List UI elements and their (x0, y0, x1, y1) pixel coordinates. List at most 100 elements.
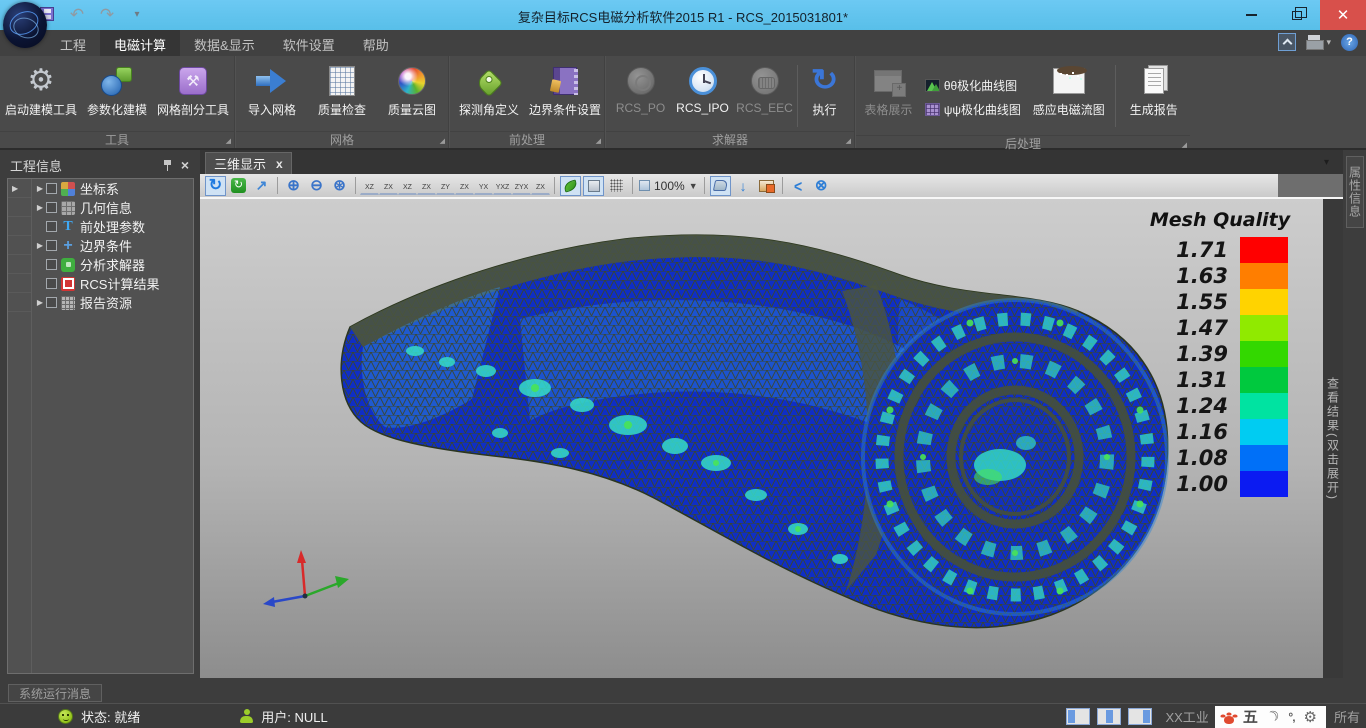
axis-view-button-zx[interactable]: ZX (531, 177, 550, 195)
tree-gutter-cell[interactable]: ▶ (8, 179, 31, 198)
share-button[interactable]: < (788, 176, 809, 196)
quality-cloud-button[interactable]: 质量云图 (377, 59, 447, 118)
help-button[interactable]: ? (1341, 34, 1358, 51)
spin-button[interactable]: ↻ (228, 176, 249, 196)
tree-item-checkbox[interactable] (46, 183, 57, 194)
rotate-button[interactable]: ↻ (205, 176, 226, 196)
tree-item-坐标系[interactable]: ▶坐标系 (32, 179, 193, 198)
drop-view-button[interactable]: ↓ (733, 176, 754, 196)
ime-paw-icon[interactable] (1224, 716, 1234, 724)
viewport-canvas[interactable]: Mesh Quality 1.711.631.551.471.391.311.2… (200, 199, 1323, 678)
gen-report-button[interactable]: 生成报告 (1118, 59, 1190, 118)
ime-wubi-button[interactable]: 五 (1243, 706, 1258, 727)
axis-view-button-zx[interactable]: ZX (379, 177, 398, 195)
chevron-down-icon[interactable]: ▾ (1324, 157, 1329, 168)
zoom-level-select[interactable]: 100% ▼ (639, 179, 698, 193)
sphere-square-icon (101, 65, 133, 97)
mesh-tool-button[interactable]: ⚒ 网格剖分工具 (155, 59, 231, 118)
close-button[interactable]: ✕ (1320, 0, 1366, 30)
axis-view-button-xz[interactable]: XZ (398, 177, 417, 195)
menu-tab-软件设置[interactable]: 软件设置 (269, 30, 349, 56)
pan-button[interactable]: ↗ (251, 176, 272, 196)
layout-center-button[interactable] (1097, 708, 1121, 725)
select-face-button[interactable] (710, 176, 731, 196)
expand-arrow-icon[interactable]: ▶ (34, 298, 46, 307)
restore-button[interactable] (1274, 0, 1320, 30)
menu-tab-工程[interactable]: 工程 (46, 30, 100, 56)
ime-moon-icon[interactable]: ☽ (1263, 706, 1282, 727)
tree-item-checkbox[interactable] (46, 202, 57, 213)
panel-header: 工程信息 × (6, 154, 194, 176)
execute-button[interactable]: ↻ 执行 (800, 59, 850, 118)
ribbon-collapse-button[interactable] (1278, 33, 1296, 51)
boundary-icon: + (61, 239, 75, 253)
expand-arrow-icon[interactable]: ▶ (34, 203, 46, 212)
app-logo[interactable] (3, 2, 47, 48)
tab-property-info[interactable]: 属性信息 (1346, 156, 1364, 228)
ime-punctuation-button[interactable]: °‚ (1288, 710, 1294, 724)
tab-system-messages[interactable]: 系统运行消息 (8, 684, 102, 702)
tab-close-icon[interactable]: x (276, 157, 283, 171)
parametric-modeling-button[interactable]: 参数化建模 (79, 59, 155, 118)
theta-curve-button[interactable]: θθ极化曲线图 (925, 77, 1021, 94)
minimize-button[interactable] (1228, 0, 1274, 30)
menu-tab-电磁计算[interactable]: 电磁计算 (100, 30, 180, 56)
axis-view-button-xz[interactable]: XZ (360, 177, 379, 195)
quality-check-button[interactable]: 质量检查 (307, 59, 377, 118)
tree-item-checkbox[interactable] (46, 221, 57, 232)
ime-settings-icon[interactable]: ⚙ (1304, 708, 1317, 726)
tree-item-checkbox[interactable] (46, 240, 57, 251)
axis-view-button-zyx[interactable]: ZYX (512, 177, 531, 195)
print-button[interactable]: ▾ (1306, 35, 1331, 49)
pin-button[interactable] (158, 157, 176, 173)
probe-angle-button[interactable]: 探测角定义 (451, 59, 527, 118)
import-mesh-button[interactable]: 导入网格 (237, 59, 307, 118)
layout-right-button[interactable] (1128, 708, 1152, 725)
dialog-launcher-icon[interactable]: ◢ (596, 138, 601, 145)
render-leaf-button[interactable] (560, 176, 581, 196)
dialog-launcher-icon[interactable]: ◢ (1182, 142, 1187, 149)
tree-item-分析求解器[interactable]: 分析求解器 (32, 255, 193, 274)
wireframe-button[interactable] (606, 176, 627, 196)
tree-item-checkbox[interactable] (46, 259, 57, 270)
tree-item-报告资源[interactable]: ▶报告资源 (32, 293, 193, 312)
zoom-fit-button[interactable]: ⊛ (329, 176, 350, 196)
gear-icon: ⚙ (28, 66, 55, 96)
tree-item-前处理参数[interactable]: T前处理参数 (32, 217, 193, 236)
axis-view-button-yx[interactable]: YX (474, 177, 493, 195)
close-view-button[interactable]: ⊗ (811, 176, 832, 196)
window-title: 复杂目标RCS电磁分析软件2015 R1 - RCS_2015031801* (0, 7, 1366, 26)
dialog-launcher-icon[interactable]: ◢ (846, 138, 851, 145)
tree-item-RCS计算结果[interactable]: RCS计算结果 (32, 274, 193, 293)
zoom-in-button[interactable]: ⊕ (283, 176, 304, 196)
boundary-setting-button[interactable]: 边界条件设置 (527, 59, 603, 118)
menu-tab-帮助[interactable]: 帮助 (349, 30, 403, 56)
axis-view-button-zx[interactable]: ZX (455, 177, 474, 195)
quality-check-label: 质量检查 (318, 101, 366, 118)
tab-3d-display[interactable]: 三维显示 x (205, 152, 292, 174)
axis-view-button-zy[interactable]: ZY (436, 177, 455, 195)
results-collapsed-panel[interactable]: 查看结果(双击展开) (1323, 199, 1343, 678)
menu-tab-数据&显示[interactable]: 数据&显示 (180, 30, 269, 56)
expand-arrow-icon[interactable]: ▶ (34, 241, 46, 250)
tree-item-几何信息[interactable]: ▶几何信息 (32, 198, 193, 217)
expand-arrow-icon[interactable]: ▶ (34, 184, 46, 193)
em-flow-button[interactable]: 感应电磁流图 (1025, 59, 1113, 118)
tree-item-checkbox[interactable] (46, 278, 57, 289)
axis-view-button-zx[interactable]: ZX (417, 177, 436, 195)
layout-left-button[interactable] (1066, 708, 1090, 725)
tab-3d-display-label: 三维显示 (214, 154, 266, 173)
tree-item-边界条件[interactable]: ▶+边界条件 (32, 236, 193, 255)
tree-item-checkbox[interactable] (46, 297, 57, 308)
axis-view-button-yxz[interactable]: YXZ (493, 177, 512, 195)
dialog-launcher-icon[interactable]: ◢ (226, 138, 231, 145)
zoom-out-button[interactable]: ⊖ (306, 176, 327, 196)
shaded-view-button[interactable] (583, 176, 604, 196)
dialog-launcher-icon[interactable]: ◢ (440, 138, 445, 145)
panel-close-button[interactable]: × (176, 157, 194, 173)
launch-modeling-button[interactable]: ⚙ 启动建模工具 (3, 59, 79, 118)
rcs-ipo-button[interactable]: RCS_IPO (671, 59, 735, 115)
tree-item-label: 前处理参数 (80, 217, 145, 236)
snapshot-button[interactable] (756, 176, 777, 196)
psi-curve-button[interactable]: ψψ极化曲线图 (925, 101, 1021, 118)
